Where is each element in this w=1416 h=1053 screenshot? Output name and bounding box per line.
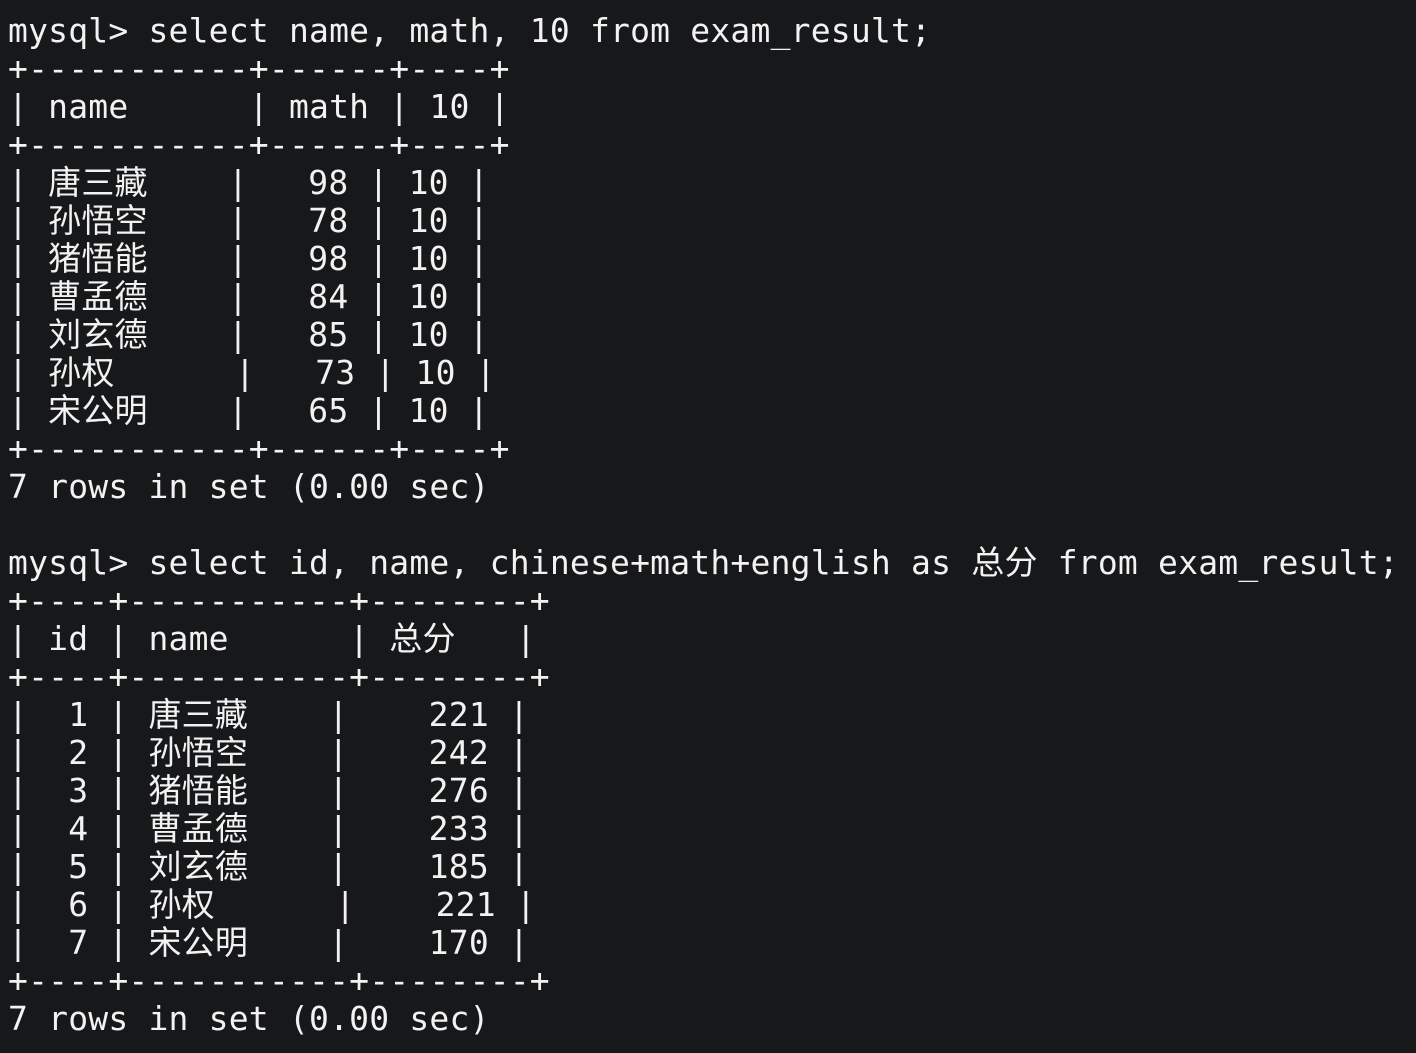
terminal-output[interactable]: mysql> select name, math, 10 from exam_r…: [8, 12, 1408, 1038]
table-border: +----+-----------+--------+: [8, 961, 550, 1000]
table-row: | 孙悟空 | 78 | 10 |: [8, 201, 489, 240]
table-border: +----+-----------+--------+: [8, 581, 550, 620]
table-border: +-----------+------+----+: [8, 429, 510, 468]
table-row: | 1 | 唐三藏 | 221 |: [8, 695, 530, 734]
command-line: mysql> select name, math, 10 from exam_r…: [8, 11, 932, 50]
table-row: | 6 | 孙权 | 221 |: [8, 885, 536, 924]
table-row: | 5 | 刘玄德 | 185 |: [8, 847, 530, 886]
table-row: | 2 | 孙悟空 | 242 |: [8, 733, 530, 772]
command-line: mysql> select id, name, chinese+math+eng…: [8, 543, 1399, 582]
table-row: | 7 | 宋公明 | 170 |: [8, 923, 530, 962]
table-row: | 曹孟德 | 84 | 10 |: [8, 277, 489, 316]
table-row: | 猪悟能 | 98 | 10 |: [8, 239, 489, 278]
table-border: +----+-----------+--------+: [8, 657, 550, 696]
result-summary: 7 rows in set (0.00 sec): [8, 467, 490, 506]
table-row: | 刘玄德 | 85 | 10 |: [8, 315, 489, 354]
table-header: | id | name | 总分 |: [8, 619, 536, 658]
table-border: +-----------+------+----+: [8, 125, 510, 164]
table-row: | 唐三藏 | 98 | 10 |: [8, 163, 489, 202]
table-row: | 3 | 猪悟能 | 276 |: [8, 771, 530, 810]
table-border: +-----------+------+----+: [8, 49, 510, 88]
table-row: | 孙权 | 73 | 10 |: [8, 353, 496, 392]
table-row: | 宋公明 | 65 | 10 |: [8, 391, 489, 430]
table-row: | 4 | 曹孟德 | 233 |: [8, 809, 530, 848]
result-summary: 7 rows in set (0.00 sec): [8, 999, 490, 1038]
table-header: | name | math | 10 |: [8, 87, 510, 126]
